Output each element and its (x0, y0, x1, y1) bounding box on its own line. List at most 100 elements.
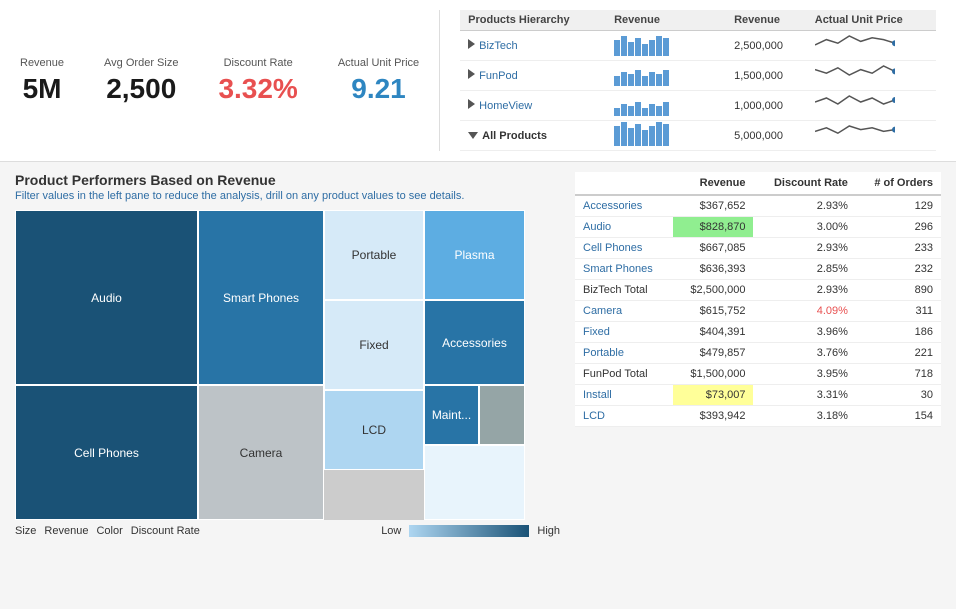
table-row-name[interactable]: LCD (575, 406, 673, 427)
hierarchy-row-line (807, 121, 936, 151)
table-row-orders: 154 (856, 406, 941, 427)
table-row-orders: 233 (856, 238, 941, 259)
hierarchy-col-revenue2: Revenue (726, 10, 807, 31)
table-row-name[interactable]: Cell Phones (575, 238, 673, 259)
treemap-cell[interactable]: Accessories (424, 300, 525, 385)
table-row: LCD$393,9423.18%154 (575, 406, 941, 427)
table-row: Smart Phones$636,3932.85%232 (575, 259, 941, 280)
table-row-discount: 3.95% (753, 364, 855, 385)
col-discount: Discount Rate (753, 172, 855, 195)
table-row-discount: 2.93% (753, 238, 855, 259)
hierarchy-row-revenue: 1,500,000 (726, 61, 807, 91)
kpi-avg-order: Avg Order Size 2,500 (104, 57, 178, 105)
hierarchy-col-unit: Actual Unit Price (807, 10, 936, 31)
hierarchy-row-line (807, 61, 936, 91)
top-bar: Revenue 5M Avg Order Size 2,500 Discount… (0, 0, 956, 162)
table-row-revenue: $667,085 (673, 238, 754, 259)
treemap-cell[interactable]: Maint... (424, 385, 479, 445)
treemap-cell[interactable]: Cell Phones (15, 385, 198, 520)
table-row-revenue: $636,393 (673, 259, 754, 280)
col-orders: # of Orders (856, 172, 941, 195)
hierarchy-row-bars (606, 61, 726, 91)
kpi-revenue-label: Revenue (20, 57, 64, 69)
table-row: Camera$615,7524.09%311 (575, 301, 941, 322)
table-row-name[interactable]: FunPod Total (575, 364, 673, 385)
table-row-discount: 3.76% (753, 343, 855, 364)
table-row-revenue: $828,870 (673, 217, 754, 238)
treemap-cell[interactable]: Audio (15, 210, 198, 385)
treemap-cell[interactable]: Plasma (424, 210, 525, 300)
kpi-unit-price-value: 9.21 (338, 73, 419, 105)
legend-gradient (409, 525, 529, 537)
hierarchy-row-name[interactable]: BizTech (460, 31, 606, 61)
hierarchy-row-bars (606, 31, 726, 61)
kpi-avg-order-value: 2,500 (104, 73, 178, 105)
table-row-revenue: $73,007 (673, 385, 754, 406)
hierarchy-col-revenue1: Revenue (606, 10, 726, 31)
treemap: AudioSmart PhonesPortablePlasma Cell Phon… (15, 210, 525, 520)
table-row-name[interactable]: Install (575, 385, 673, 406)
legend-bar: Size Revenue Color Discount Rate Low Hig… (15, 525, 560, 537)
table-row-discount: 3.18% (753, 406, 855, 427)
main-content: Product Performers Based on Revenue Filt… (0, 162, 956, 547)
table-row: Portable$479,8573.76%221 (575, 343, 941, 364)
treemap-cell[interactable]: Fixed (324, 300, 424, 390)
treemap-cell[interactable]: Smart Phones (198, 210, 324, 385)
hierarchy-row-bars (606, 91, 726, 121)
kpi-revenue: Revenue 5M (20, 57, 64, 105)
hierarchy-row-bars (606, 121, 726, 151)
table-row-discount: 3.00% (753, 217, 855, 238)
legend-size-label: Size (15, 525, 36, 537)
table-row: FunPod Total$1,500,0003.95%718 (575, 364, 941, 385)
hierarchy-row-line (807, 91, 936, 121)
hierarchy-row-name[interactable]: All Products (460, 121, 606, 151)
table-row: Audio$828,8703.00%296 (575, 217, 941, 238)
data-table: Revenue Discount Rate # of Orders Access… (575, 172, 941, 427)
table-row-revenue: $393,942 (673, 406, 754, 427)
hierarchy-col-name: Products Hierarchy (460, 10, 606, 31)
table-row-name[interactable]: Accessories (575, 195, 673, 217)
table-row-discount: 2.93% (753, 280, 855, 301)
table-row-name[interactable]: Smart Phones (575, 259, 673, 280)
table-row-discount: 3.96% (753, 322, 855, 343)
legend-color-value: Discount Rate (131, 525, 200, 537)
table-row-discount: 2.93% (753, 195, 855, 217)
table-row-name[interactable]: Portable (575, 343, 673, 364)
hierarchy-row-name[interactable]: HomeView (460, 91, 606, 121)
treemap-cell[interactable]: Camera (198, 385, 324, 520)
treemap-cell[interactable]: LCD (324, 390, 424, 470)
table-row-name[interactable]: Fixed (575, 322, 673, 343)
right-panel: Revenue Discount Rate # of Orders Access… (575, 172, 941, 537)
table-row-orders: 186 (856, 322, 941, 343)
hierarchy-row-revenue: 1,000,000 (726, 91, 807, 121)
treemap-cell[interactable] (424, 445, 525, 520)
table-row-revenue: $367,652 (673, 195, 754, 217)
treemap-cell[interactable] (479, 385, 525, 445)
table-row-orders: 718 (856, 364, 941, 385)
kpi-discount-value: 3.32% (218, 73, 297, 105)
hierarchy-row-line (807, 31, 936, 61)
hierarchy-table: Products Hierarchy Revenue Revenue Actua… (460, 10, 936, 151)
section-title: Product Performers Based on Revenue (15, 172, 560, 188)
treemap-cell[interactable]: Portable (324, 210, 424, 300)
hierarchy-row-name[interactable]: FunPod (460, 61, 606, 91)
hierarchy-row-revenue: 5,000,000 (726, 121, 807, 151)
table-row-discount: 3.31% (753, 385, 855, 406)
legend-high: High (537, 525, 560, 537)
table-row-orders: 221 (856, 343, 941, 364)
legend-color-label: Color (96, 525, 122, 537)
kpi-revenue-value: 5M (20, 73, 64, 105)
table-row: Install$73,0073.31%30 (575, 385, 941, 406)
table-row-name[interactable]: Audio (575, 217, 673, 238)
table-row-discount: 2.85% (753, 259, 855, 280)
table-row: BizTech Total$2,500,0002.93%890 (575, 280, 941, 301)
kpi-section: Revenue 5M Avg Order Size 2,500 Discount… (20, 10, 419, 151)
table-row-orders: 30 (856, 385, 941, 406)
legend-size-value: Revenue (44, 525, 88, 537)
table-row-revenue: $2,500,000 (673, 280, 754, 301)
table-row-name[interactable]: BizTech Total (575, 280, 673, 301)
hierarchy-row-revenue: 2,500,000 (726, 31, 807, 61)
table-row-name[interactable]: Camera (575, 301, 673, 322)
table-row-revenue: $404,391 (673, 322, 754, 343)
table-row-orders: 129 (856, 195, 941, 217)
